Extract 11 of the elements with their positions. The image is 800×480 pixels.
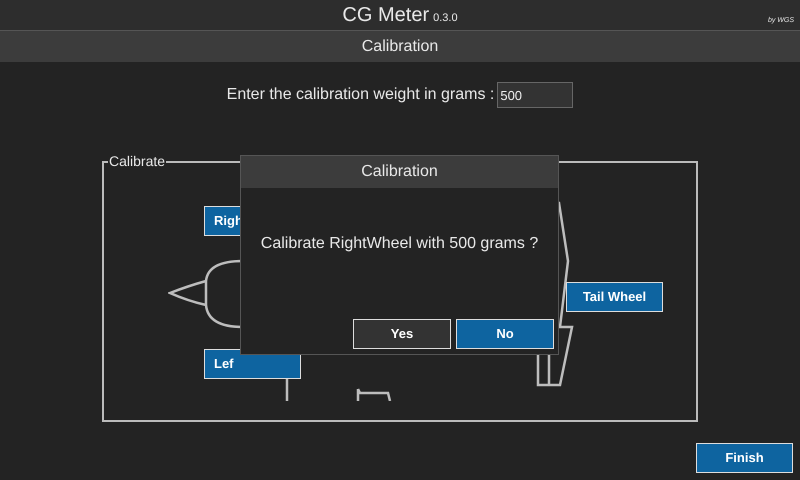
- dialog-button[interactable]: No: [456, 319, 554, 349]
- version-label: 0.3.0: [433, 10, 458, 26]
- weight-label: Enter the calibration weight in grams :: [226, 85, 494, 105]
- weight-field[interactable]: 500: [497, 82, 574, 108]
- dialog-message: Calibrate RightWheel with 500 grams ?: [260, 234, 538, 254]
- dialog-title: Calibration: [361, 162, 438, 182]
- app-title: CG Meter: [342, 3, 430, 28]
- section-title: Calibration: [362, 36, 438, 56]
- finish-button[interactable]: Finish: [696, 443, 793, 473]
- dialog-button[interactable]: Yes: [353, 319, 451, 349]
- wheel-button[interactable]: Tail Wheel: [566, 282, 663, 312]
